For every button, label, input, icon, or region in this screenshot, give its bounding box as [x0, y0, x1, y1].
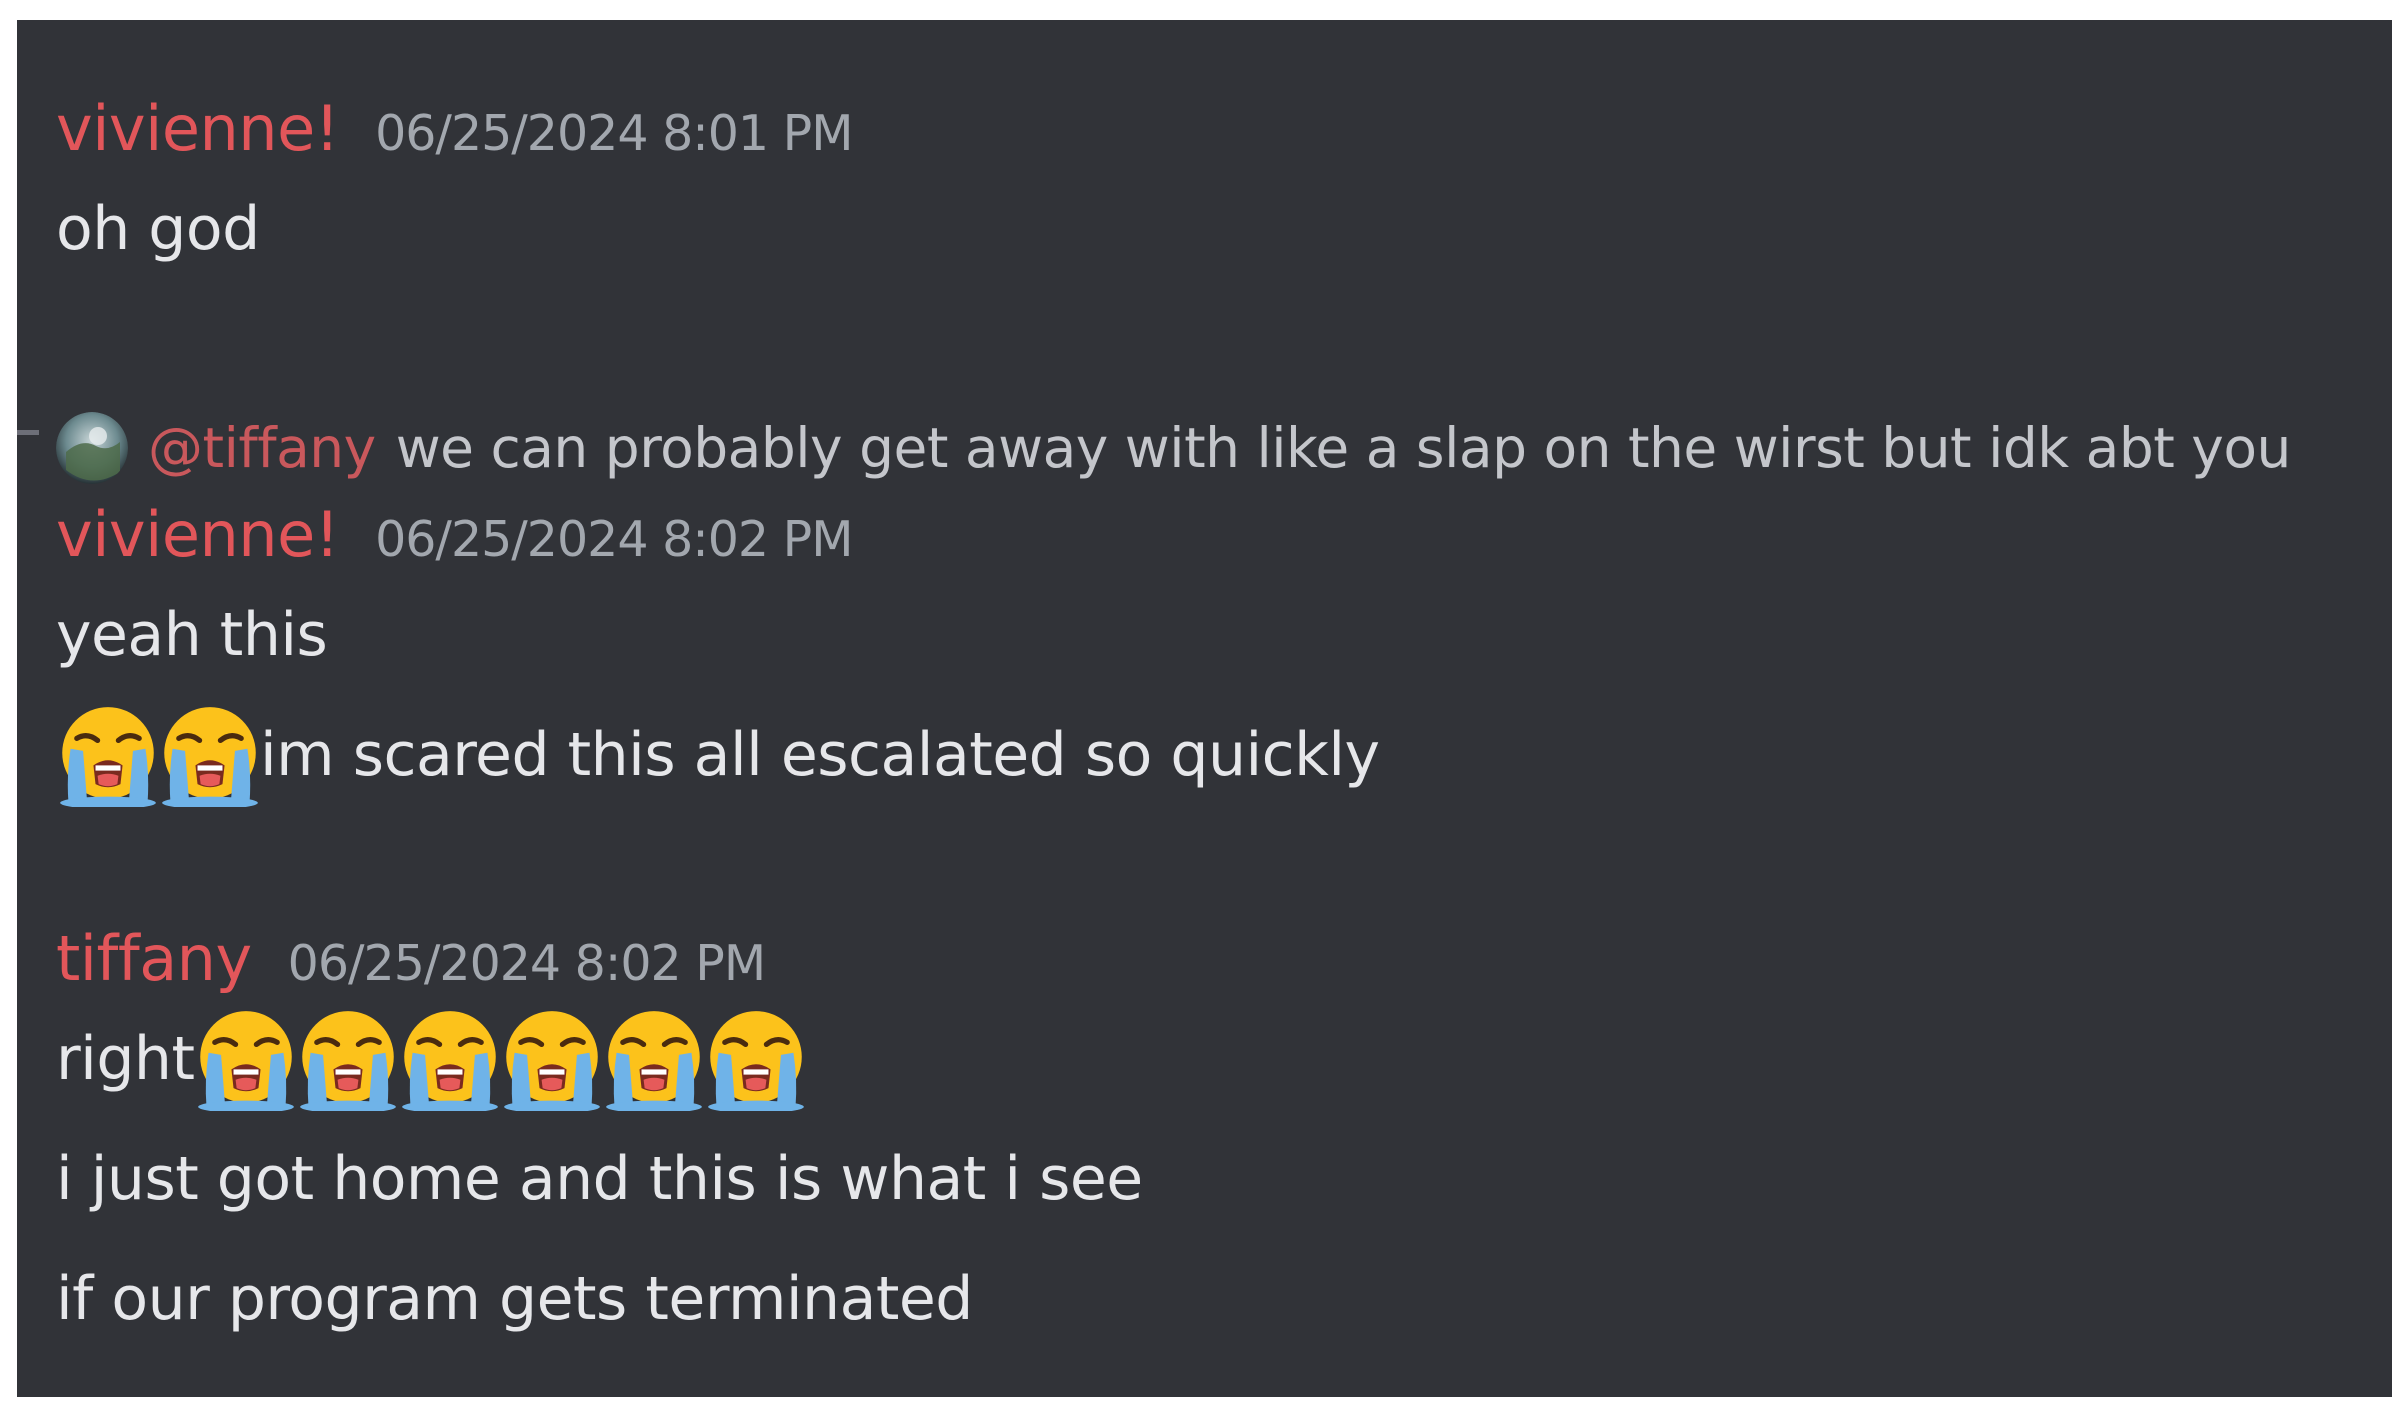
timestamp[interactable]: 06/25/2024 8:02 PM: [375, 511, 853, 568]
reply-preview[interactable]: @tiffany we can probably get away with l…: [56, 412, 2291, 484]
message-line: oh god: [56, 169, 853, 289]
reply-text[interactable]: we can probably get away with like a sla…: [396, 416, 2292, 480]
message-group: tiffany 06/25/2024 8:02 PM right i just …: [56, 922, 1143, 1359]
message-text: if our program gets terminated: [56, 1264, 973, 1334]
message-text: right: [56, 1024, 195, 1094]
avatar[interactable]: [56, 412, 128, 484]
message-header: vivienne! 06/25/2024 8:02 PM: [56, 498, 1380, 571]
message-text: i just got home and this is what i see: [56, 1144, 1143, 1214]
loudly-crying-face-icon[interactable]: [398, 1007, 502, 1111]
loudly-crying-face-icon[interactable]: [194, 1007, 298, 1111]
loudly-crying-face-icon[interactable]: [500, 1007, 604, 1111]
message-text: oh god: [56, 194, 260, 264]
reply-spine: [17, 430, 39, 435]
message-text: im scared this all escalated so quickly: [260, 720, 1380, 790]
message-line: right: [56, 999, 1143, 1119]
timestamp[interactable]: 06/25/2024 8:01 PM: [375, 105, 853, 162]
message-header: tiffany 06/25/2024 8:02 PM: [56, 922, 1143, 995]
message-group: vivienne! 06/25/2024 8:02 PM yeah this i…: [56, 498, 1380, 815]
message-line: if our program gets terminated: [56, 1239, 1143, 1359]
message-line: i just got home and this is what i see: [56, 1119, 1143, 1239]
username[interactable]: vivienne!: [56, 92, 340, 165]
message-line: im scared this all escalated so quickly: [56, 695, 1380, 815]
username[interactable]: tiffany: [56, 922, 252, 995]
loudly-crying-face-icon[interactable]: [704, 1007, 808, 1111]
loudly-crying-face-icon[interactable]: [602, 1007, 706, 1111]
message-text: yeah this: [56, 600, 328, 670]
reply-mention[interactable]: @tiffany: [148, 416, 376, 480]
loudly-crying-face-icon[interactable]: [158, 703, 262, 807]
username[interactable]: vivienne!: [56, 498, 340, 571]
timestamp[interactable]: 06/25/2024 8:02 PM: [288, 935, 766, 992]
message-header: vivienne! 06/25/2024 8:01 PM: [56, 92, 854, 165]
loudly-crying-face-icon[interactable]: [56, 703, 160, 807]
loudly-crying-face-icon[interactable]: [296, 1007, 400, 1111]
chat-panel: vivienne! 06/25/2024 8:01 PM oh god @tif…: [17, 20, 2392, 1397]
message-line: yeah this: [56, 575, 1380, 695]
message-group: vivienne! 06/25/2024 8:01 PM oh god: [56, 92, 854, 289]
